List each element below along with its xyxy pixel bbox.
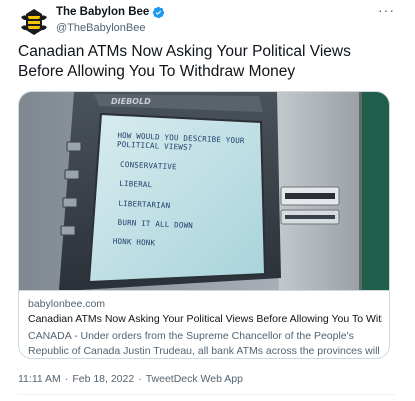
tweet-time[interactable]: 11:11 AM	[18, 373, 61, 385]
divider	[18, 394, 395, 395]
verified-badge-icon	[153, 6, 165, 18]
link-card[interactable]: DIEBOLD HOW WOULD YOU DESCRIBE YOUR POLI…	[18, 91, 390, 359]
tweet-source[interactable]: TweetDeck Web App	[146, 373, 243, 385]
screen-line: LIBERAL	[119, 179, 153, 189]
card-domain: babylonbee.com	[28, 298, 106, 310]
author-block: The Babylon Bee @TheBabylonBee	[56, 4, 165, 34]
atm-brand: DIEBOLD	[111, 97, 151, 106]
card-description: CANADA - Under orders from the Supreme C…	[28, 330, 380, 357]
tweet-text: Canadian ATMs Now Asking Your Political …	[18, 43, 351, 80]
tweet: The Babylon Bee @TheBabylonBee ··· Canad…	[0, 0, 415, 401]
meta-separator: ·	[138, 373, 142, 385]
handle[interactable]: @TheBabylonBee	[56, 22, 165, 34]
card-image[interactable]: DIEBOLD HOW WOULD YOU DESCRIBE YOUR POLI…	[19, 92, 389, 290]
more-options-icon[interactable]: ···	[378, 2, 395, 18]
tweet-date[interactable]: Feb 18, 2022	[72, 373, 134, 385]
tweet-meta: 11:11 AM · Feb 18, 2022 · TweetDeck Web …	[18, 373, 243, 385]
bee-logo-icon	[18, 6, 50, 38]
atm-photo: DIEBOLD HOW WOULD YOU DESCRIBE YOUR POLI…	[19, 92, 389, 290]
meta-separator: ·	[64, 373, 69, 385]
display-name[interactable]: The Babylon Bee	[56, 6, 149, 18]
card-title: Canadian ATMs Now Asking Your Political …	[28, 313, 382, 325]
card-body: babylonbee.com Canadian ATMs Now Asking …	[19, 290, 389, 357]
screen-line: HONK HONK	[113, 237, 156, 248]
avatar[interactable]	[18, 6, 50, 38]
display-name-row: The Babylon Bee	[56, 4, 165, 20]
